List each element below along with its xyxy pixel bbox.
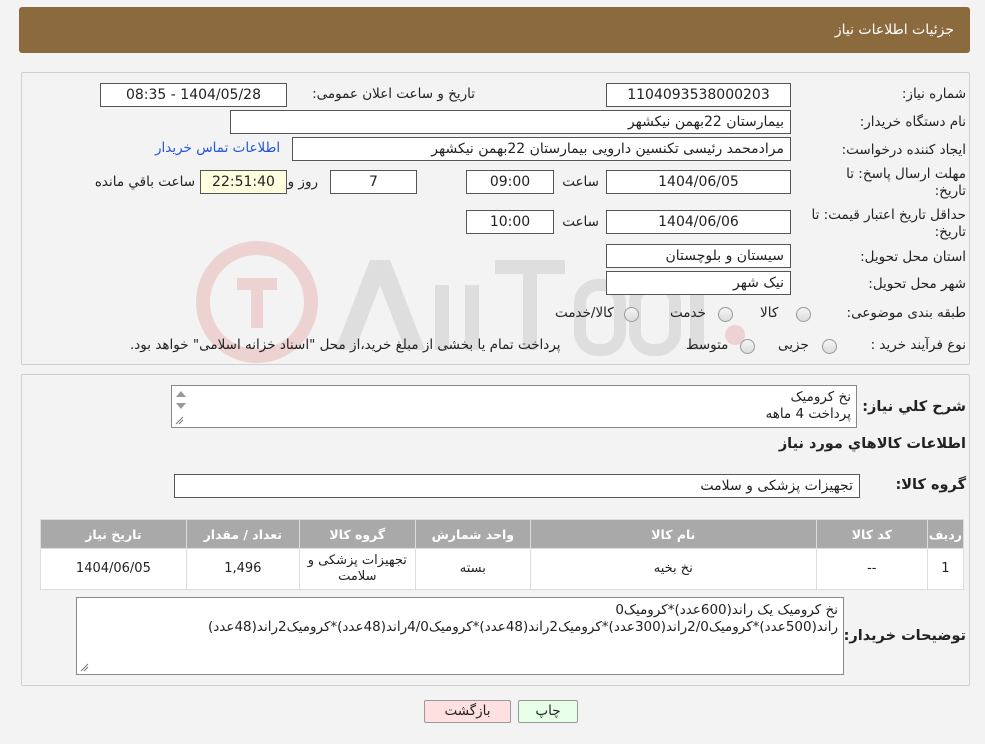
- announce-datetime-label: تاریخ و ساعت اعلان عمومی:: [312, 86, 475, 102]
- buyer-notes-line-1: نخ کرومیک یک راند(600عدد)*کرومیک0: [615, 602, 838, 618]
- back-button[interactable]: بازگشت: [424, 700, 511, 723]
- cell-need-date: 1404/06/05: [40, 548, 187, 590]
- resize-grip-icon[interactable]: [175, 416, 184, 425]
- buyer-org-label: نام دستگاه خریدار:: [859, 114, 966, 130]
- category-label: طبقه بندی موضوعی:: [846, 305, 966, 321]
- category-option-goods-service: کالا/خدمت: [555, 305, 614, 321]
- goods-group-field: تجهیزات پزشکی و سلامت: [174, 474, 860, 498]
- process-radio-minor[interactable]: [822, 339, 837, 354]
- cell-goods-group: تجهیزات پزشکی و سلامت: [298, 548, 416, 590]
- process-type-label: نوع فرآیند خرید :: [870, 337, 966, 353]
- buyer-notes-textarea[interactable]: نخ کرومیک یک راند(600عدد)*کرومیک0 راند(5…: [76, 597, 844, 675]
- remaining-time-field: 22:51:40: [200, 170, 287, 194]
- province-field: سیستان و بلوچستان: [606, 244, 791, 268]
- province-label: استان محل تحویل:: [860, 249, 966, 265]
- validity-date-field: 1404/06/06: [606, 210, 791, 234]
- buyer-contact-link[interactable]: اطلاعات تماس خریدار: [155, 140, 280, 156]
- goods-table: رديف کد کالا نام کالا واحد شمارش گروه کا…: [40, 519, 965, 590]
- price-validity-label: حداقل تاریخ اعتبار قیمت: تا: [811, 207, 966, 223]
- resize-grip-icon[interactable]: [80, 663, 89, 672]
- summary-line-1: نخ کرومیک: [790, 389, 851, 405]
- category-radio-goods[interactable]: [796, 307, 811, 322]
- cell-quantity: 1,496: [185, 548, 300, 590]
- category-option-goods: کالا: [760, 305, 779, 321]
- goods-group-label: گروه کالا:: [895, 477, 966, 493]
- buyer-notes-label: توضیحات خریدار:: [843, 628, 966, 644]
- deadline-time-label: ساعت: [562, 174, 599, 190]
- category-radio-goods-service[interactable]: [624, 307, 639, 322]
- category-radio-service[interactable]: [718, 307, 733, 322]
- price-validity-label-2: تاریخ:: [934, 224, 966, 240]
- col-header-unit: واحد شمارش: [414, 519, 531, 549]
- validity-time-field: 10:00: [466, 210, 554, 234]
- cell-goods-name: نخ بخیه: [529, 548, 817, 590]
- days-remaining-field: 7: [330, 170, 417, 194]
- process-option-minor: جزیی: [778, 337, 809, 353]
- col-header-goods-name: نام کالا: [529, 519, 817, 549]
- days-label: روز و: [287, 174, 318, 190]
- col-header-row-number: رديف: [926, 519, 965, 549]
- col-header-goods-code: کد کالا: [815, 519, 928, 549]
- deadline-label: مهلت ارسال پاسخ: تا: [846, 166, 966, 182]
- city-label: شهر محل تحویل:: [868, 276, 966, 292]
- summary-line-2: پرداخت 4 ماهه: [765, 406, 851, 422]
- col-header-goods-group: گروه کالا: [298, 519, 416, 549]
- col-header-quantity: تعداد / مقدار: [185, 519, 300, 549]
- table-row: 1 -- نخ بخیه بسته تجهیزات پزشکی و سلامت …: [40, 548, 965, 590]
- need-number-label: شماره نیاز:: [901, 86, 966, 102]
- cell-unit: بسته: [414, 548, 531, 590]
- announce-datetime-field: 1404/05/28 - 08:35: [100, 83, 287, 107]
- validity-time-label: ساعت: [562, 214, 599, 230]
- deadline-date-field: 1404/06/05: [606, 170, 791, 194]
- category-option-service: خدمت: [670, 305, 706, 321]
- city-field: نیک شهر: [606, 271, 791, 295]
- cell-goods-code: --: [815, 548, 928, 590]
- deadline-time-field: 09:00: [466, 170, 554, 194]
- buyer-notes-line-2: راند(500عدد)*کرومیک2/0راند(300عدد)*کرومی…: [208, 619, 838, 635]
- buyer-org-field: بیمارستان 22بهمن نیکشهر: [230, 110, 791, 134]
- creator-label: ایجاد کننده درخواست:: [841, 142, 966, 158]
- goods-info-title: اطلاعات کالاهاي مورد نياز: [778, 436, 966, 452]
- print-button[interactable]: چاپ: [518, 700, 578, 723]
- summary-textarea[interactable]: نخ کرومیک پرداخت 4 ماهه: [171, 385, 857, 428]
- process-radio-medium[interactable]: [740, 339, 755, 354]
- process-option-medium: متوسط: [686, 337, 729, 353]
- page-header: جزئیات اطلاعات نیاز: [19, 7, 970, 53]
- creator-field: مرادمحمد رئیسی تکنسین دارویی بیمارستان 2…: [292, 137, 791, 161]
- summary-label: شرح کلي نياز:: [862, 399, 966, 415]
- cell-row-number: 1: [926, 548, 965, 590]
- process-note: پرداخت تمام یا بخشی از مبلغ خرید،از محل …: [130, 337, 561, 353]
- page-title: جزئیات اطلاعات نیاز: [834, 22, 954, 38]
- remaining-time-label: ساعت باقي مانده: [94, 174, 195, 190]
- need-number-field: 1104093538000203: [606, 83, 791, 107]
- col-header-need-date: تاريخ نياز: [40, 519, 187, 549]
- deadline-label-2: تاریخ:: [934, 183, 966, 199]
